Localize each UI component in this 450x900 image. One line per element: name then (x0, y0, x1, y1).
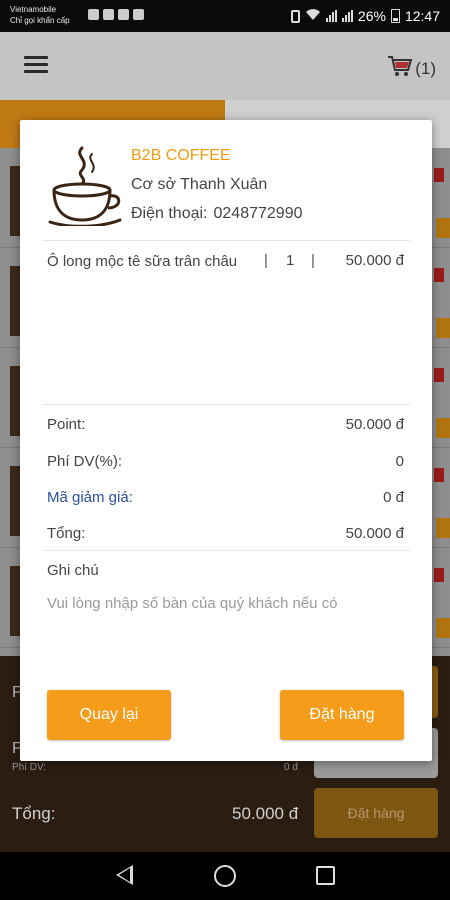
carrier-info: Vietnamobile Chỉ gọi khẩn cấp (10, 4, 70, 26)
navigation-bar (0, 852, 450, 900)
total-label: Tổng: (47, 525, 86, 542)
shop-name: B2B COFFEE (131, 147, 231, 164)
add-button[interactable] (436, 318, 450, 338)
add-button[interactable] (436, 518, 450, 538)
add-button[interactable] (436, 418, 450, 438)
phone-value[interactable]: 0248772990 (214, 205, 303, 222)
product-price (434, 268, 444, 282)
service-fee-label: Phí DV: (12, 762, 47, 773)
system-status: 26% 12:47 (290, 8, 440, 24)
app-bar: (1) (0, 32, 450, 100)
note-input[interactable] (47, 591, 407, 615)
item-price: 50.000 đ (345, 252, 404, 269)
point-value: 50.000 đ (345, 416, 404, 433)
youtube-icon (118, 9, 129, 20)
status-bar: Vietnamobile Chỉ gọi khẩn cấp 26% 12:47 (0, 0, 450, 32)
notification-icons (88, 9, 144, 20)
item-separator: | (311, 252, 315, 269)
place-order-button[interactable]: Đặt hàng (280, 690, 404, 740)
total-value: 50.000 đ (232, 804, 299, 823)
discount-value: 0 đ (383, 489, 404, 506)
service-fee-value: 0 đ (284, 762, 298, 773)
back-button[interactable]: Quay lại (47, 690, 171, 740)
play-store-icon (133, 9, 144, 20)
clock: 12:47 (404, 8, 440, 24)
battery-percent: 26% (357, 8, 386, 24)
battery-icon (390, 9, 400, 23)
home-icon[interactable] (214, 865, 236, 887)
order-button-background[interactable]: Đặt hàng (314, 788, 438, 838)
note-title: Ghi chú (47, 562, 99, 579)
menu-icon[interactable] (24, 56, 48, 74)
order-confirm-dialog: B2B COFFEE Cơ sở Thanh Xuân Điện thoại: 0… (20, 120, 432, 761)
cart-icon (387, 54, 413, 83)
divider (42, 550, 410, 551)
item-separator: | (264, 252, 268, 269)
add-button[interactable] (436, 218, 450, 238)
wifi-icon (305, 8, 321, 24)
recent-apps-icon[interactable] (316, 866, 335, 885)
add-button[interactable] (436, 618, 450, 638)
point-label: Point: (47, 416, 86, 433)
vibrate-icon (290, 9, 300, 23)
divider (42, 240, 410, 241)
item-quantity: 1 (286, 252, 295, 269)
item-name: Ô long mộc tê sữa trân châu (47, 253, 238, 270)
product-price (434, 368, 444, 382)
total-value: 50.000 đ (345, 525, 404, 542)
service-fee-label: Phí DV(%): (47, 453, 123, 470)
back-icon[interactable] (116, 865, 133, 885)
product-price (434, 468, 444, 482)
discount-code-link[interactable]: Mã giảm giá: (47, 489, 133, 506)
signal-icon (325, 10, 337, 22)
coffee-cup-logo (48, 144, 128, 228)
total-label: Tổng: (12, 804, 56, 823)
carrier-status: Chỉ gọi khẩn cấp (10, 16, 70, 25)
service-fee-value: 0 (395, 453, 404, 470)
product-price (434, 568, 444, 582)
cart-button[interactable]: (1) (387, 54, 436, 83)
phone-label: Điện thoại: (131, 205, 208, 222)
product-price (434, 168, 444, 182)
shop-branch: Cơ sở Thanh Xuân (131, 176, 268, 193)
cart-count: (1) (415, 58, 436, 78)
usb-icon (88, 9, 99, 20)
shop-phone: Điện thoại: 0248772990 (131, 205, 302, 223)
facebook-icon (103, 9, 114, 20)
carrier-name: Vietnamobile (10, 5, 57, 14)
divider (42, 404, 410, 405)
signal-2-icon (341, 10, 353, 22)
